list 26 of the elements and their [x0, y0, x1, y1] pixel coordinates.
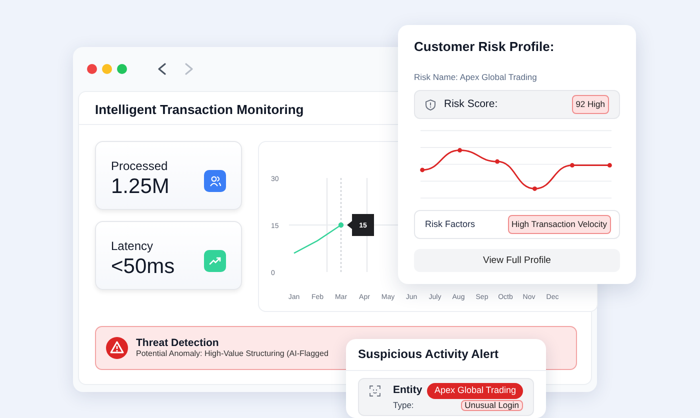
close-dot[interactable] — [87, 64, 97, 74]
alert-title: Threat Detection — [136, 336, 220, 350]
alert-message: Potential Anomaly: High-Value Structuring (AI-Flagged — [136, 349, 328, 360]
entity-badge: Apex Global Trading — [427, 383, 523, 399]
face-scan-icon — [369, 384, 381, 397]
card-title: Customer Risk Profile: — [414, 38, 556, 56]
minimize-dot[interactable] — [102, 64, 112, 74]
stat-label: Processed — [111, 158, 169, 175]
score-badge: 92 High — [572, 95, 609, 114]
risk-name: Risk Name: Apex Global Trading — [414, 70, 538, 84]
maximize-dot[interactable] — [117, 64, 127, 74]
warning-icon — [106, 337, 128, 359]
data-point — [338, 222, 344, 228]
shield-icon — [425, 98, 436, 111]
score-label: Risk Score: — [444, 96, 498, 112]
factors-label: Risk Factors — [425, 218, 476, 232]
view-profile-button[interactable]: View Full Profile — [414, 249, 620, 272]
type-label: Type: — [393, 400, 414, 410]
stat-value: <50ms — [111, 254, 175, 278]
card-title: Suspicious Activity Alert — [346, 339, 546, 371]
stat-label: Latency — [111, 238, 154, 255]
chart-line — [294, 224, 342, 254]
type-badge: Unusual Login — [460, 400, 523, 412]
stat-value: 1.25M — [111, 174, 170, 198]
entity-label: Entity — [393, 383, 422, 398]
factor-badge: High Transaction Velocity — [508, 215, 611, 234]
